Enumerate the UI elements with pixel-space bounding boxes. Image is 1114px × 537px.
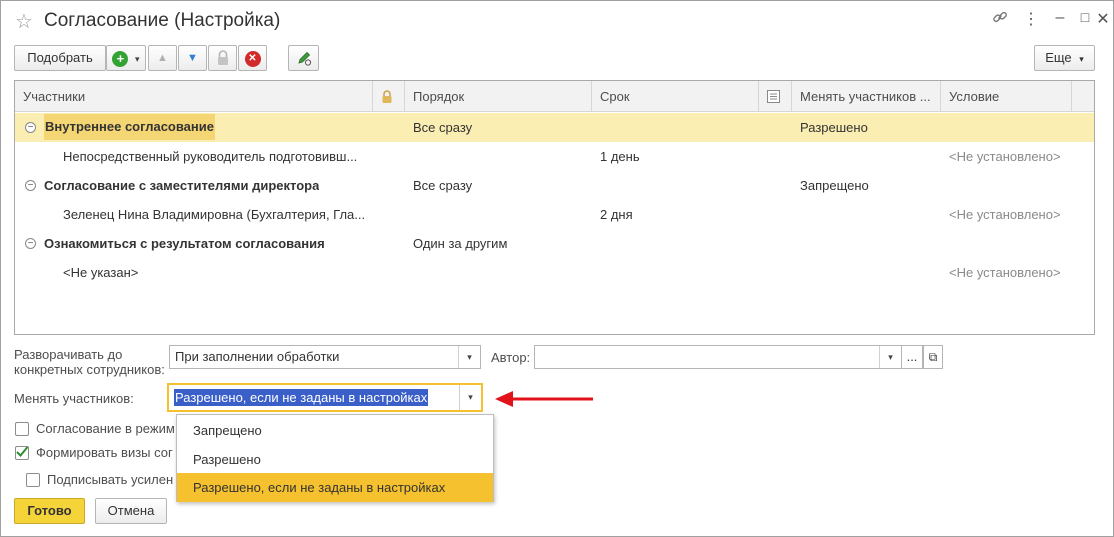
- checkmark-icon: [16, 446, 29, 457]
- cancel-button[interactable]: Отмена: [95, 498, 167, 524]
- participant-cell: Внутреннее согласование: [44, 114, 215, 140]
- participant-cell: <Не указан>: [63, 265, 139, 280]
- collapse-icon[interactable]: −: [25, 122, 36, 133]
- term-cell: 2 дня: [600, 207, 633, 222]
- expand-select-value: При заполнении обработки: [175, 349, 340, 364]
- lock-button[interactable]: [208, 45, 237, 71]
- term-cell: 1 день: [600, 149, 640, 164]
- approval-mode-checkbox[interactable]: [15, 422, 29, 436]
- column-header-term[interactable]: Срок: [592, 81, 759, 112]
- open-icon[interactable]: ⧉: [923, 345, 943, 369]
- change-participants-label: Менять участников:: [14, 391, 134, 406]
- arrow-up-icon: ▲: [157, 52, 168, 64]
- condition-cell: <Не установлено>: [949, 207, 1061, 222]
- chevron-down-icon[interactable]: ▾: [879, 346, 901, 368]
- chevron-down-icon: ▾: [135, 54, 140, 64]
- sign-enhanced-checkbox[interactable]: [26, 473, 40, 487]
- table-row[interactable]: − Внутреннее согласование Все сразу Разр…: [15, 113, 1094, 142]
- move-up-button[interactable]: ▲: [148, 45, 177, 71]
- table-row[interactable]: Зеленец Нина Владимировна (Бухгалтерия, …: [15, 200, 1094, 229]
- lock-icon: [217, 50, 228, 65]
- title-bar: ☆ Согласование (Настройка) ⋮ – □ ✕: [1, 1, 1113, 41]
- table-row[interactable]: <Не указан> <Не установлено>: [15, 258, 1094, 287]
- approval-mode-label: Согласование в режим: [36, 421, 175, 436]
- annotation-arrow-icon: [495, 391, 593, 407]
- close-icon[interactable]: ✕: [1092, 9, 1114, 29]
- form-visas-checkbox[interactable]: [15, 446, 29, 460]
- participants-table: Участники Порядок Срок Менять участников…: [14, 80, 1095, 335]
- expand-label-line2: конкретных сотрудников:: [14, 362, 165, 377]
- chevron-down-icon[interactable]: ▾: [459, 385, 481, 410]
- participant-cell: Ознакомиться с результатом согласования: [44, 236, 325, 251]
- table-row[interactable]: Непосредственный руководитель подготовив…: [15, 142, 1094, 171]
- move-down-button[interactable]: ▼: [178, 45, 207, 71]
- more-button[interactable]: Еще ▾: [1034, 45, 1095, 71]
- author-field[interactable]: ▾: [534, 345, 902, 369]
- column-header-order[interactable]: Порядок: [405, 81, 592, 112]
- edit-button[interactable]: [288, 45, 319, 71]
- more-label: Еще: [1045, 50, 1072, 65]
- change-participants-dropdown: Запрещено Разрешено Разрешено, если не з…: [176, 414, 494, 502]
- column-header-change[interactable]: Менять участников ...: [792, 81, 941, 112]
- column-header-participants[interactable]: Участники: [15, 81, 373, 112]
- dropdown-option-allowed[interactable]: Разрешено: [177, 445, 493, 474]
- pencil-icon: [297, 51, 311, 66]
- author-select-button[interactable]: ...: [902, 345, 923, 369]
- change-cell: Разрешено: [800, 120, 868, 135]
- column-header-condition[interactable]: Условие: [941, 81, 1072, 112]
- participant-cell: Зеленец Нина Владимировна (Бухгалтерия, …: [63, 207, 366, 222]
- author-label: Автор:: [491, 350, 531, 365]
- delete-button[interactable]: ✕: [238, 45, 267, 71]
- expand-label-line1: Разворачивать до: [14, 347, 123, 362]
- table-row[interactable]: − Согласование с заместителями директора…: [15, 171, 1094, 200]
- settings-window: ☆ Согласование (Настройка) ⋮ – □ ✕ Подоб…: [0, 0, 1114, 537]
- delete-icon: ✕: [244, 50, 261, 67]
- collapse-icon[interactable]: −: [25, 180, 36, 191]
- dropdown-option-allowed-if-not-set[interactable]: Разрешено, если не заданы в настройках: [177, 473, 493, 502]
- column-header-lock[interactable]: [373, 81, 405, 112]
- condition-cell: <Не установлено>: [949, 265, 1061, 280]
- pick-button[interactable]: Подобрать: [14, 45, 106, 71]
- participant-cell: Согласование с заместителями директора: [44, 178, 320, 193]
- add-icon: +: [112, 50, 129, 67]
- link-icon[interactable]: [989, 9, 1011, 30]
- change-participants-select[interactable]: Разрешено, если не заданы в настройках ▾: [167, 383, 483, 412]
- participant-cell: Непосредственный руководитель подготовив…: [63, 149, 358, 164]
- expand-select[interactable]: При заполнении обработки ▾: [169, 345, 481, 369]
- chevron-down-icon[interactable]: ▾: [458, 346, 480, 368]
- order-cell: Один за другим: [413, 236, 508, 251]
- sign-enhanced-label: Подписывать усилен: [47, 472, 174, 487]
- window-title: Согласование (Настройка): [44, 10, 281, 31]
- document-icon: [767, 90, 780, 103]
- column-header-note[interactable]: [759, 81, 792, 112]
- table-header: Участники Порядок Срок Менять участников…: [15, 81, 1094, 112]
- change-participants-value: Разрешено, если не заданы в настройках: [174, 389, 429, 406]
- add-button[interactable]: + ▾: [106, 45, 146, 71]
- dropdown-option-forbidden[interactable]: Запрещено: [177, 416, 493, 445]
- chevron-down-icon: ▾: [1079, 54, 1084, 64]
- more-menu-icon[interactable]: ⋮: [1020, 9, 1042, 29]
- minimize-icon[interactable]: –: [1049, 9, 1071, 27]
- order-cell: Все сразу: [413, 120, 473, 135]
- arrow-down-icon: ▼: [187, 52, 198, 64]
- done-button[interactable]: Готово: [14, 498, 85, 524]
- lock-icon: [382, 90, 392, 103]
- condition-cell: <Не установлено>: [949, 149, 1061, 164]
- favorite-star-icon[interactable]: ☆: [15, 9, 33, 34]
- change-cell: Запрещено: [800, 178, 869, 193]
- order-cell: Все сразу: [413, 178, 473, 193]
- form-visas-label: Формировать визы сог: [36, 445, 173, 460]
- collapse-icon[interactable]: −: [25, 238, 36, 249]
- table-row[interactable]: − Ознакомиться с результатом согласовани…: [15, 229, 1094, 258]
